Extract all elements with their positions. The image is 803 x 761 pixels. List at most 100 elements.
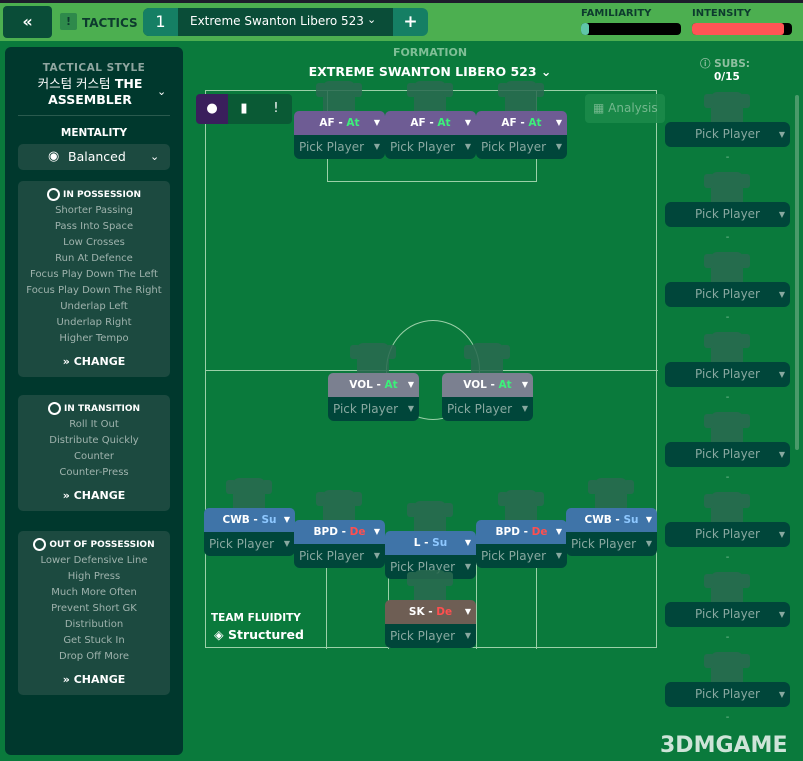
- player-slot[interactable]: VOL - At ▼ Pick Player ▼: [328, 343, 419, 421]
- caret-down-icon: ▼: [555, 527, 562, 536]
- pick-sub-dropdown[interactable]: Pick Player ▼: [665, 202, 790, 227]
- back-button[interactable]: «: [3, 6, 52, 38]
- role-dropdown[interactable]: BPD - De ▼: [294, 520, 385, 544]
- change-button[interactable]: » CHANGE: [18, 489, 170, 505]
- pick-sub-dropdown[interactable]: Pick Player ▼: [665, 442, 790, 467]
- caret-down-icon: ▼: [778, 210, 785, 219]
- pick-player-label: Pick Player: [299, 140, 365, 154]
- pick-player-dropdown[interactable]: Pick Player ▼: [204, 532, 295, 556]
- familiarity-meter: [581, 23, 681, 35]
- role-dropdown[interactable]: CWB - Su ▼: [566, 508, 657, 532]
- pitch-line: [476, 561, 477, 649]
- player-slot[interactable]: VOL - At ▼ Pick Player ▼: [442, 343, 533, 421]
- info-icon[interactable]: ⓘ: [700, 58, 711, 70]
- change-button[interactable]: » CHANGE: [18, 673, 170, 689]
- sub-empty: -: [725, 712, 730, 723]
- pick-sub-dropdown[interactable]: Pick Player ▼: [665, 122, 790, 147]
- role-duty: At: [384, 379, 398, 391]
- double-chevron-right-icon: »: [62, 673, 70, 686]
- tactical-style-selector[interactable]: 커스텀 커스텀 THE ASSEMBLER: [25, 76, 155, 108]
- subs-count: 0/15: [714, 71, 740, 83]
- subs-scrollbar[interactable]: [795, 95, 799, 450]
- sub-slot[interactable]: Pick Player ▼ -: [665, 412, 790, 483]
- sub-slot[interactable]: Pick Player ▼ -: [665, 252, 790, 323]
- change-button[interactable]: » CHANGE: [18, 355, 170, 371]
- role-name: BPD: [313, 526, 338, 538]
- sub-slot[interactable]: Pick Player ▼ -: [665, 652, 790, 723]
- pick-player-dropdown[interactable]: Pick Player ▼: [385, 135, 476, 159]
- caret-down-icon: ▼: [407, 380, 414, 389]
- pick-sub-dropdown[interactable]: Pick Player ▼: [665, 602, 790, 627]
- tactics-label: TACTICS: [82, 16, 138, 30]
- sub-slot[interactable]: Pick Player ▼ -: [665, 572, 790, 643]
- divider: [18, 115, 170, 116]
- player-view-button[interactable]: ●: [196, 94, 228, 124]
- role-name: VOL: [349, 379, 373, 391]
- add-tactic-button[interactable]: +: [393, 8, 428, 36]
- chevron-down-icon: ⌄: [540, 64, 552, 79]
- team-fluidity-value: ◈ Structured: [214, 627, 304, 642]
- caret-down-icon: ▼: [521, 380, 528, 389]
- player-slot[interactable]: AF - At ▼ Pick Player ▼: [385, 81, 476, 159]
- formation-selector[interactable]: EXTREME SWANTON LIBERO 523 ⌄: [300, 64, 560, 79]
- sub-slot[interactable]: Pick Player ▼ -: [665, 332, 790, 403]
- sub-slot[interactable]: Pick Player ▼ -: [665, 92, 790, 163]
- pick-player-label: Pick Player: [299, 549, 365, 563]
- pick-player-dropdown[interactable]: Pick Player ▼: [294, 135, 385, 159]
- player-slot[interactable]: BPD - De ▼ Pick Player ▼: [476, 490, 567, 568]
- tactic-selector[interactable]: 1 Extreme Swanton Libero 523 ⌄: [143, 8, 393, 36]
- pick-player-label: Pick Player: [694, 287, 760, 301]
- player-slot[interactable]: CWB - Su ▼ Pick Player ▼: [204, 478, 295, 556]
- stats-view-button[interactable]: ▮: [228, 94, 260, 124]
- pick-player-label: Pick Player: [447, 402, 513, 416]
- pick-sub-dropdown[interactable]: Pick Player ▼: [665, 362, 790, 387]
- caret-down-icon: ▼: [283, 515, 290, 524]
- player-slot[interactable]: AF - At ▼ Pick Player ▼: [294, 81, 385, 159]
- role-dropdown[interactable]: VOL - At ▼: [328, 373, 419, 397]
- analysis-button[interactable]: ▦ Analysis: [585, 94, 665, 123]
- instruction-item: High Press: [67, 571, 121, 582]
- pick-player-dropdown[interactable]: Pick Player ▼: [442, 397, 533, 421]
- role-dropdown[interactable]: AF - At ▼: [476, 111, 567, 135]
- pick-sub-dropdown[interactable]: Pick Player ▼: [665, 522, 790, 547]
- pick-player-dropdown[interactable]: Pick Player ▼: [476, 135, 567, 159]
- role-dropdown[interactable]: VOL - At ▼: [442, 373, 533, 397]
- pick-player-dropdown[interactable]: Pick Player ▼: [294, 544, 385, 568]
- player-slot[interactable]: CWB - Su ▼ Pick Player ▼: [566, 478, 657, 556]
- tactics-view-button[interactable]: !: [260, 94, 292, 124]
- instructions-card: IN POSSESSION Shorter Passing Pass Into Sp…: [18, 181, 170, 377]
- caret-down-icon: ▼: [373, 551, 380, 560]
- caret-down-icon: ▼: [645, 515, 652, 524]
- role-dropdown[interactable]: AF - At ▼: [385, 111, 476, 135]
- pick-sub-dropdown[interactable]: Pick Player ▼: [665, 682, 790, 707]
- tactics-icon: !: [60, 13, 77, 30]
- role-duty: De: [436, 606, 453, 618]
- shirt-icon: [226, 478, 272, 512]
- pick-player-dropdown[interactable]: Pick Player ▼: [385, 624, 476, 648]
- role-dropdown[interactable]: L - Su ▼: [385, 531, 476, 555]
- chevron-down-icon[interactable]: ⌄: [157, 85, 166, 98]
- pick-player-dropdown[interactable]: Pick Player ▼: [476, 544, 567, 568]
- player-slot[interactable]: SK - De ▼ Pick Player ▼: [385, 570, 476, 648]
- role-dropdown[interactable]: BPD - De ▼: [476, 520, 567, 544]
- caret-down-icon: ▼: [778, 690, 785, 699]
- role-dropdown[interactable]: CWB - Su ▼: [204, 508, 295, 532]
- pick-sub-dropdown[interactable]: Pick Player ▼: [665, 282, 790, 307]
- intensity-meter: [692, 23, 792, 35]
- pick-player-dropdown[interactable]: Pick Player ▼: [566, 532, 657, 556]
- sub-slot[interactable]: Pick Player ▼ -: [665, 172, 790, 243]
- player-slot[interactable]: AF - At ▼ Pick Player ▼: [476, 81, 567, 159]
- role-dropdown[interactable]: SK - De ▼: [385, 600, 476, 624]
- pick-player-label: Pick Player: [209, 537, 275, 551]
- instruction-item: Lower Defensive Line: [40, 555, 148, 566]
- shirt-icon: [498, 490, 544, 524]
- sub-slot[interactable]: Pick Player ▼ -: [665, 492, 790, 563]
- pick-player-dropdown[interactable]: Pick Player ▼: [328, 397, 419, 421]
- card-header: IN TRANSITION: [18, 401, 170, 417]
- player-slot[interactable]: BPD - De ▼ Pick Player ▼: [294, 490, 385, 568]
- mentality-dropdown[interactable]: ◉ Balanced ⌄: [18, 144, 170, 170]
- role-dropdown[interactable]: AF - At ▼: [294, 111, 385, 135]
- role-duty: De: [349, 526, 366, 538]
- caret-down-icon: ▼: [464, 118, 471, 127]
- role-name: CWB: [584, 514, 612, 526]
